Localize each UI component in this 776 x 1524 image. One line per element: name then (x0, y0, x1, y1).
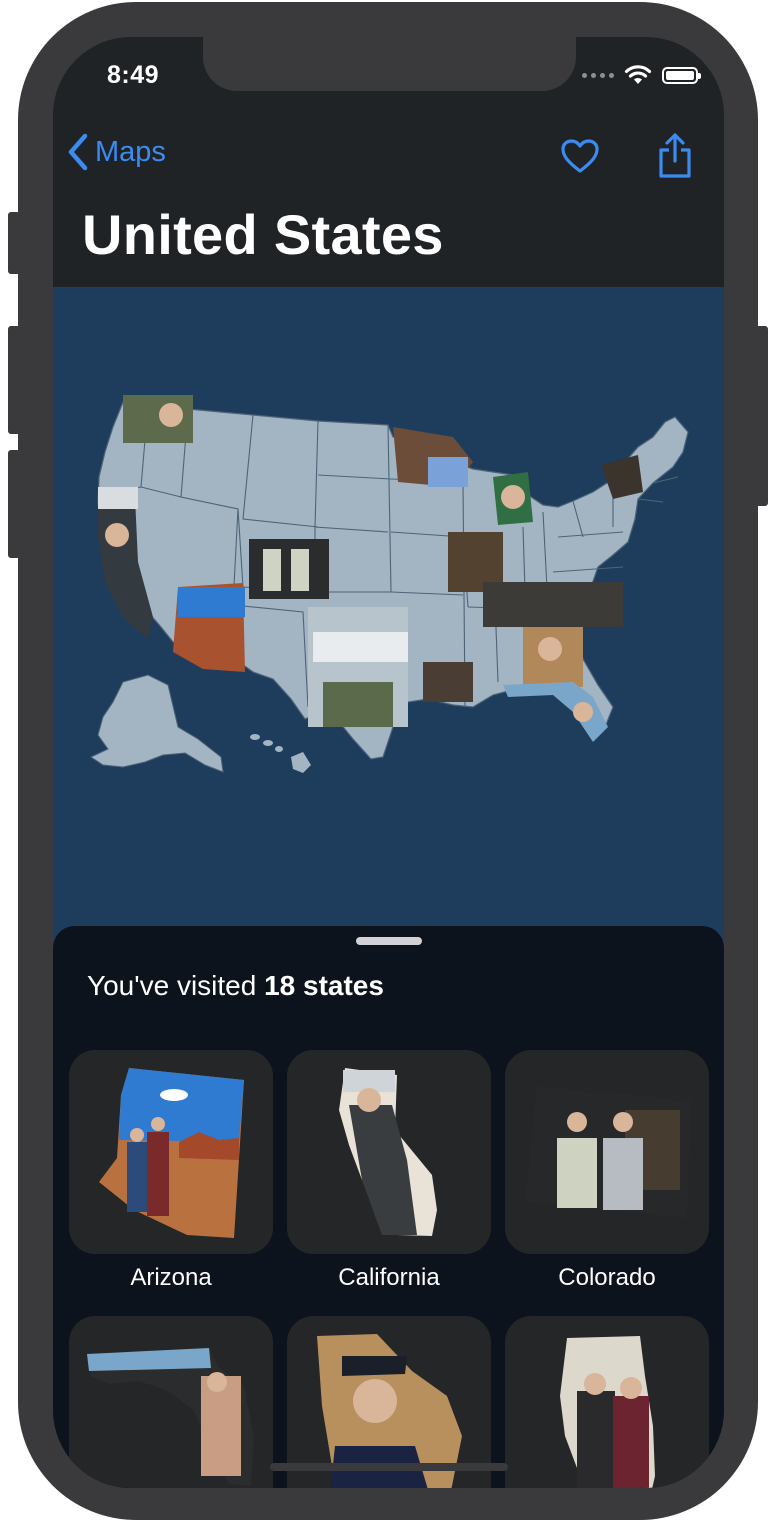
florida-photo (87, 1348, 254, 1486)
wifi-icon (624, 65, 652, 84)
state-tile-florida[interactable] (69, 1316, 273, 1488)
colorado-photo (525, 1086, 691, 1218)
volume-down-button (8, 450, 20, 558)
status-indicators (582, 65, 701, 85)
battery-icon (662, 66, 701, 84)
state-label-colorado: Colorado (558, 1264, 656, 1291)
sheet-grabber[interactable] (356, 937, 422, 945)
state-tile-colorado[interactable] (505, 1050, 709, 1254)
chevron-left-icon (68, 133, 88, 171)
signal-icon (582, 72, 614, 78)
arizona-photo (99, 1068, 244, 1238)
notch (203, 37, 576, 91)
visited-count: 18 states (264, 970, 384, 1001)
us-map[interactable] (53, 287, 724, 987)
state-label-california: California (338, 1264, 440, 1291)
alaska-shape (89, 674, 224, 773)
state-tile-california[interactable] (287, 1050, 491, 1254)
visited-summary: You've visited 18 states (87, 970, 384, 1001)
home-indicator[interactable] (270, 1463, 508, 1471)
illinois-photo (560, 1336, 655, 1488)
heart-icon[interactable] (560, 138, 600, 174)
back-button[interactable]: Maps (67, 133, 166, 171)
share-icon[interactable] (656, 133, 694, 179)
back-label: Maps (95, 135, 166, 168)
mute-switch (8, 212, 20, 274)
hawaii-shape (250, 734, 311, 773)
screen: 8:49 Maps United States You've visited 1… (53, 37, 724, 1488)
page-title: United States (82, 203, 444, 266)
status-time: 8:49 (107, 61, 160, 89)
california-photo (339, 1068, 437, 1236)
state-tile-illinois[interactable] (505, 1316, 709, 1488)
states-sheet[interactable]: You've visited 18 states Arizona Califor… (53, 926, 724, 1488)
nav-actions (560, 133, 694, 179)
us-map-graphic (89, 395, 689, 773)
state-label-arizona: Arizona (130, 1264, 212, 1291)
state-tile-arizona[interactable] (69, 1050, 273, 1254)
volume-up-button (8, 326, 20, 434)
power-button (756, 326, 768, 506)
